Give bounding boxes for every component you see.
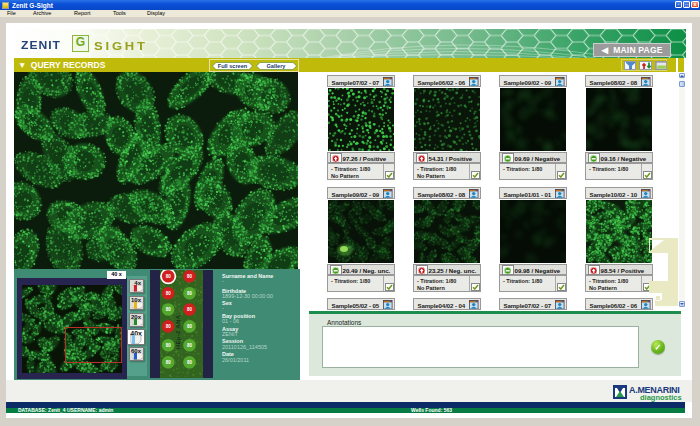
svg-text:80: 80 [187, 307, 193, 312]
svg-text:80: 80 [166, 307, 172, 312]
svg-text:80: 80 [166, 343, 172, 348]
svg-text:80: 80 [187, 274, 193, 279]
svg-text:80: 80 [166, 324, 172, 329]
svg-text:HEp-2 ANA: HEp-2 ANA [175, 314, 181, 349]
svg-text:80: 80 [166, 291, 172, 296]
svg-text:80: 80 [187, 291, 193, 296]
svg-text:80: 80 [166, 274, 172, 279]
svg-text:80: 80 [187, 343, 193, 348]
svg-text:80: 80 [187, 360, 193, 365]
svg-text:80: 80 [187, 324, 193, 329]
svg-text:80: 80 [166, 360, 172, 365]
